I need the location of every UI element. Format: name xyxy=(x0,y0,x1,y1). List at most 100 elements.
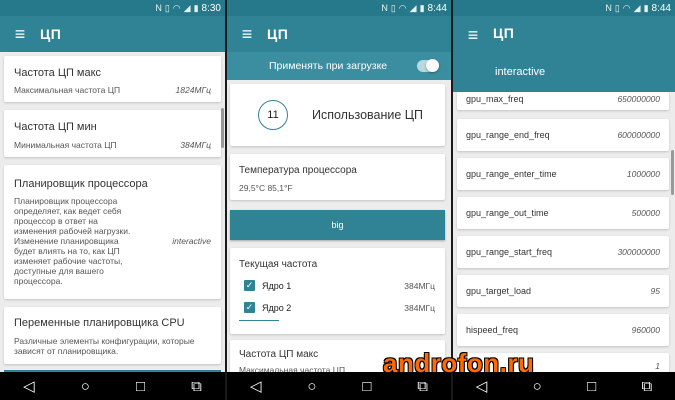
phone-screen-2: N ▯ ◠ ◢ ▮ 8:44 ≡ ЦП Применять при загруз… xyxy=(227,0,451,400)
tunable-key: gpu_target_load xyxy=(466,286,532,296)
cast-icon[interactable]: ⧉ xyxy=(417,378,428,395)
toolbar-title: ЦП xyxy=(493,25,515,41)
card-title: Частота ЦП мин xyxy=(14,121,97,133)
app-toolbar: ≡ ЦП interactive xyxy=(453,16,675,92)
card-governor-tunables[interactable]: Переменные планировщика CPU Различные эл… xyxy=(4,307,221,364)
card-subtitle: Различные элементы конфигурации, которые… xyxy=(14,336,195,356)
battery-icon: ▮ xyxy=(419,2,425,13)
tunable-key: hispeed_freq xyxy=(466,325,519,335)
battery-icon: ▮ xyxy=(193,2,199,13)
recents-square-icon[interactable]: □ xyxy=(362,378,371,395)
signal-icon: ◢ xyxy=(409,2,417,13)
core-label: Ядро 2 xyxy=(262,303,292,313)
card-cpu-min-freq[interactable]: Частота ЦП мин Минимальная частота ЦП 38… xyxy=(4,110,221,157)
core-label: Ядро 1 xyxy=(262,281,292,291)
tunable-row[interactable]: hispeed_freq 960000 xyxy=(457,314,669,346)
card-title: Переменные планировщика CPU xyxy=(14,317,185,329)
nfc-icon: N xyxy=(605,3,612,13)
tunable-value: 500000 xyxy=(631,208,660,218)
card-cpu-max-freq[interactable]: Частота ЦП макс Максимальная частота ЦП … xyxy=(4,56,221,102)
cast-icon[interactable]: ⧉ xyxy=(191,378,202,395)
signal-icon: ◢ xyxy=(633,2,641,13)
subtitle-line: Различные элементы конфигурации, которые xyxy=(14,336,195,346)
checkbox-core-2[interactable]: ✓ xyxy=(244,302,255,313)
nfc-icon: N xyxy=(155,3,162,13)
screenshot-root: N ▯ ◠ ◢ ▮ 8:30 ≡ ЦП Частота ЦП макс Макс… xyxy=(0,0,675,400)
card-subtitle: Максимальная частота ЦП xyxy=(14,85,121,95)
tunable-row[interactable]: gpu_target_load 95 xyxy=(457,275,669,307)
subtitle-line: Изменение планировщика xyxy=(14,236,119,246)
tunable-value: 960000 xyxy=(631,325,660,335)
apply-on-boot-bar: Применять при загрузке xyxy=(227,52,451,80)
status-bar: N ▯ ◠ ◢ ▮ 8:44 xyxy=(453,0,675,16)
toggle-knob xyxy=(426,59,439,72)
toolbar-title: ЦП xyxy=(267,26,289,42)
card-current-frequency: Текущая частота ✓ Ядро 1 384МГц ✓ Ядро 2… xyxy=(230,248,445,334)
watermark-text: androfon.ru xyxy=(383,348,535,378)
tunable-key: gpu_range_out_time xyxy=(466,208,549,218)
card-value: interactive xyxy=(172,236,211,246)
back-triangle-icon[interactable]: ◁ xyxy=(476,377,488,395)
core-value: 384МГц xyxy=(404,303,435,313)
status-bar: N ▯ ◠ ◢ ▮ 8:30 xyxy=(0,0,225,16)
tunable-key: gpu_max_freq xyxy=(466,94,524,104)
app-toolbar: ≡ ЦП xyxy=(227,16,451,52)
scroll-underline xyxy=(239,320,279,321)
scrollbar[interactable] xyxy=(221,108,224,148)
tunable-row[interactable]: gpu_range_enter_time 1000000 xyxy=(457,158,669,190)
tunable-value: 1 xyxy=(655,361,660,371)
home-circle-icon[interactable]: ○ xyxy=(307,378,316,395)
hamburger-icon[interactable]: ≡ xyxy=(0,24,40,45)
hamburger-icon[interactable]: ≡ xyxy=(453,25,493,46)
vibrate-icon: ▯ xyxy=(164,2,170,13)
tunable-value: 650000000 xyxy=(617,94,660,104)
recents-square-icon[interactable]: □ xyxy=(587,378,596,395)
subtitle-line: процессора. xyxy=(14,276,63,286)
card-value: 1824МГц xyxy=(175,85,211,95)
card-cpu-governor[interactable]: Планировщик процессора Планировщик проце… xyxy=(4,165,221,299)
subtitle-line: доступные для вашего xyxy=(14,266,104,276)
app-toolbar: ≡ ЦП xyxy=(0,16,225,52)
apply-on-boot-label: Применять при загрузке xyxy=(269,60,388,72)
card-subtitle: Планировщик процессора определяет, как в… xyxy=(14,196,130,286)
nfc-icon: N xyxy=(381,3,388,13)
tunable-value: 1000000 xyxy=(626,169,660,179)
home-circle-icon[interactable]: ○ xyxy=(533,378,542,395)
scrollbar[interactable] xyxy=(671,150,674,195)
tunable-row[interactable]: gpu_range_end_freq 600000000 xyxy=(457,119,669,151)
hamburger-icon[interactable]: ≡ xyxy=(227,24,267,45)
tunable-row[interactable]: gpu_range_out_time 500000 xyxy=(457,197,669,229)
tunable-value: 300000000 xyxy=(617,247,660,257)
card-subtitle: 29,5°C 85,1°F xyxy=(239,183,293,193)
signal-icon: ◢ xyxy=(183,2,191,13)
card-title: Частота ЦП макс xyxy=(14,67,102,79)
status-time: 8:44 xyxy=(651,2,671,14)
tunable-row[interactable]: gpu_range_start_freq 300000000 xyxy=(457,236,669,268)
back-triangle-icon[interactable]: ◁ xyxy=(23,377,35,395)
card-title: Частота ЦП макс xyxy=(239,349,319,360)
card-cpu-usage: 11 Использование ЦП xyxy=(230,84,445,146)
recents-square-icon[interactable]: □ xyxy=(136,378,145,395)
checkbox-core-1[interactable]: ✓ xyxy=(244,280,255,291)
status-bar: N ▯ ◠ ◢ ▮ 8:44 xyxy=(227,0,451,16)
governor-subtitle: interactive xyxy=(495,66,546,78)
battery-icon: ▮ xyxy=(643,2,649,13)
subtitle-line: изменяет рабочие частоты, xyxy=(14,256,123,266)
toolbar-title: ЦП xyxy=(40,26,62,42)
cluster-big-button[interactable]: big xyxy=(230,210,445,240)
subtitle-line: будет влиять на то, как ЦП xyxy=(14,246,120,256)
status-time: 8:30 xyxy=(201,2,221,14)
tunable-key: gpu_range_end_freq xyxy=(466,130,550,140)
subtitle-line: определяет, как ведет себя xyxy=(14,206,122,216)
core-value: 384МГц xyxy=(404,281,435,291)
subtitle-line: зависят от планировщика. xyxy=(14,346,119,356)
subtitle-line: изменения рабочей нагрузки. xyxy=(14,226,131,236)
wifi-icon: ◠ xyxy=(398,2,407,13)
tunable-key: gpu_range_enter_time xyxy=(466,169,557,179)
card-cpu-temperature: Температура процессора 29,5°C 85,1°F xyxy=(230,154,445,200)
cast-icon[interactable]: ⧉ xyxy=(642,378,653,395)
tunable-row[interactable]: gpu_max_freq 650000000 xyxy=(457,92,669,110)
wifi-icon: ◠ xyxy=(172,2,181,13)
back-triangle-icon[interactable]: ◁ xyxy=(250,377,262,395)
home-circle-icon[interactable]: ○ xyxy=(81,378,90,395)
